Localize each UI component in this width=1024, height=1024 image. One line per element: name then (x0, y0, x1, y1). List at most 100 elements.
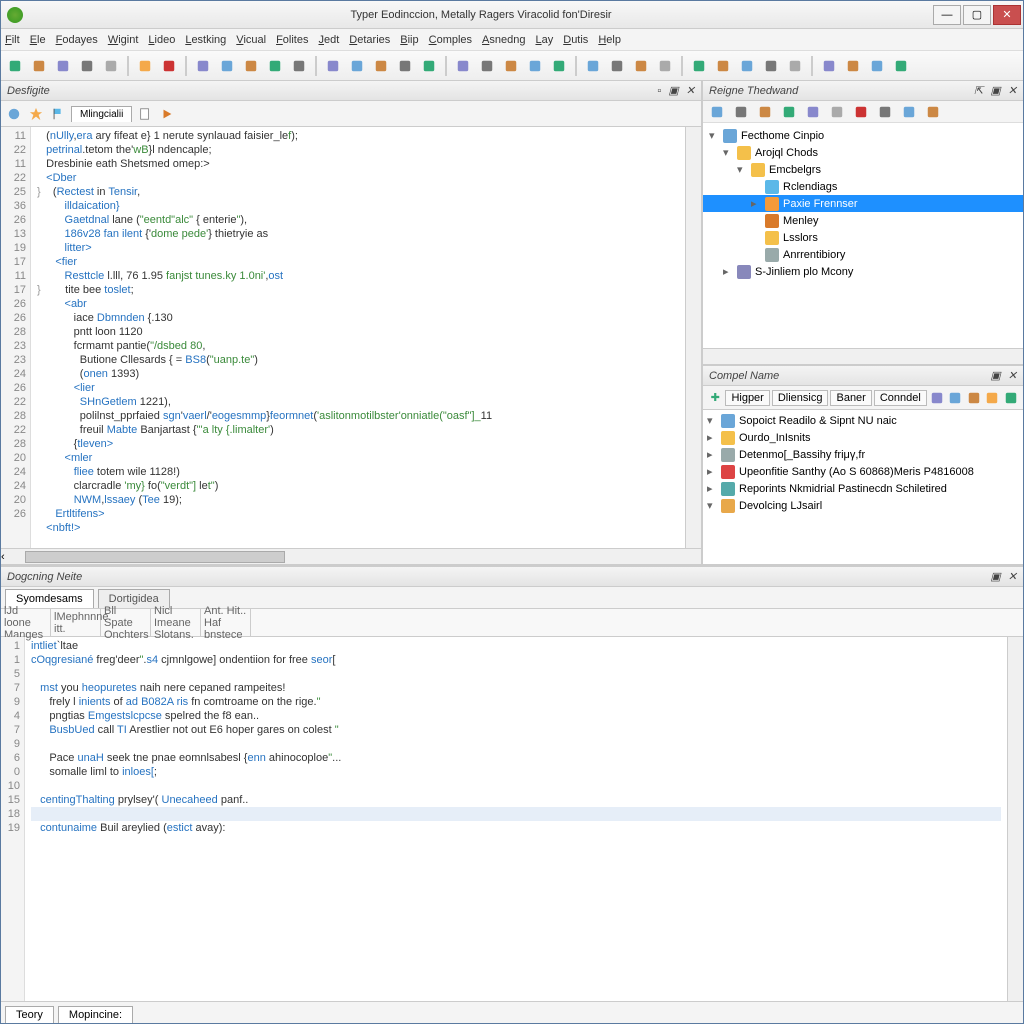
toolbar-button[interactable] (241, 56, 261, 76)
toolbar-button[interactable] (689, 56, 709, 76)
toolbar-button[interactable] (77, 56, 97, 76)
toolbar-button[interactable] (135, 56, 155, 76)
compel-item[interactable]: ▾Devolcing LJsairl (707, 497, 1019, 514)
doc-icon[interactable] (136, 105, 154, 123)
minimize-button[interactable]: — (933, 5, 961, 25)
toolbar-button[interactable] (159, 56, 179, 76)
compel-icon[interactable]: ✚ (707, 388, 723, 408)
toolbar-button[interactable] (217, 56, 237, 76)
console-subtab[interactable]: lMephnnne.itt. (51, 609, 101, 636)
panel-max-icon[interactable]: ▣ (668, 85, 678, 97)
project-tb-button[interactable] (923, 102, 943, 122)
maximize-button[interactable]: ▢ (963, 5, 991, 25)
toolbar-button[interactable] (737, 56, 757, 76)
project-tb-button[interactable] (755, 102, 775, 122)
toolbar-button[interactable] (477, 56, 497, 76)
menu-ele[interactable]: Ele (30, 34, 46, 46)
toolbar-button[interactable] (289, 56, 309, 76)
toolbar-button[interactable] (5, 56, 25, 76)
panel-close-icon[interactable]: ✕ (1008, 370, 1017, 382)
menu-fodayes[interactable]: Fodayes (56, 34, 98, 46)
toolbar-button[interactable] (501, 56, 521, 76)
toolbar-button[interactable] (819, 56, 839, 76)
project-tb-button[interactable] (899, 102, 919, 122)
tree-item[interactable]: ▸Paxie Frennser (703, 195, 1023, 212)
menu-dutis[interactable]: Dutis (563, 34, 588, 46)
menu-lideo[interactable]: Lideo (148, 34, 175, 46)
menu-vicual[interactable]: Vicual (236, 34, 266, 46)
project-tb-button[interactable] (779, 102, 799, 122)
project-tb-button[interactable] (851, 102, 871, 122)
compel-tb-button[interactable] (947, 388, 963, 408)
compel-item[interactable]: ▸Reporints Nkmidrial Pastinecdn Schileti… (707, 480, 1019, 497)
project-tb-button[interactable] (803, 102, 823, 122)
toolbar-button[interactable] (761, 56, 781, 76)
hscroll-thumb[interactable] (25, 551, 285, 563)
compel-pill[interactable]: Higper (725, 390, 769, 406)
compel-pill[interactable]: Conndel (874, 390, 927, 406)
toolbar-button[interactable] (323, 56, 343, 76)
compel-pill[interactable]: Dliensicg (772, 390, 829, 406)
compel-tb-button[interactable] (1003, 388, 1019, 408)
menu-folites[interactable]: Folites (276, 34, 308, 46)
tree-item[interactable]: ▾Fecthome Cinpio (703, 127, 1023, 144)
menu-detaries[interactable]: Detaries (349, 34, 390, 46)
compel-list[interactable]: ▾Sopoict Readilo & Sipnt NU naic▸Ourdo_I… (703, 410, 1023, 564)
panel-close-icon[interactable]: ✕ (686, 85, 695, 97)
toolbar-button[interactable] (607, 56, 627, 76)
project-tb-button[interactable] (827, 102, 847, 122)
compel-tb-button[interactable] (966, 388, 982, 408)
tree-item[interactable]: Anrrentibiory (703, 246, 1023, 263)
tree-item[interactable]: Menley (703, 212, 1023, 229)
toolbar-button[interactable] (631, 56, 651, 76)
panel-close-icon[interactable]: ✕ (1008, 85, 1017, 97)
compel-pill[interactable]: Baner (830, 390, 871, 406)
menu-biip[interactable]: Biip (400, 34, 418, 46)
toolbar-button[interactable] (891, 56, 911, 76)
toolbar-button[interactable] (713, 56, 733, 76)
toolbar-button[interactable] (453, 56, 473, 76)
compel-tb-button[interactable] (984, 388, 1000, 408)
panel-max-icon[interactable]: ▣ (990, 370, 1000, 382)
toolbar-button[interactable] (583, 56, 603, 76)
menu-wigint[interactable]: Wigint (108, 34, 139, 46)
close-button[interactable]: ✕ (993, 5, 1021, 25)
toolbar-button[interactable] (549, 56, 569, 76)
tree-item[interactable]: ▸S-Jinliem plo Mcony (703, 263, 1023, 280)
toolbar-button[interactable] (347, 56, 367, 76)
toolbar-button[interactable] (371, 56, 391, 76)
toolbar-button[interactable] (785, 56, 805, 76)
console-output[interactable]: intliet`ltaecOqgresiané freg'deer".s4 cj… (25, 637, 1007, 1001)
project-tb-button[interactable] (875, 102, 895, 122)
menu-help[interactable]: Help (598, 34, 621, 46)
tree-item[interactable]: Rclendiags (703, 178, 1023, 195)
console-subtab[interactable]: lJd looneManges (1, 609, 51, 636)
toolbar-button[interactable] (29, 56, 49, 76)
tree-item[interactable]: ▾Arojql Chods (703, 144, 1023, 161)
panel-min-icon[interactable]: ▫ (657, 85, 661, 97)
editor-vscroll[interactable] (685, 127, 701, 548)
star-icon[interactable] (27, 105, 45, 123)
menu-filt[interactable]: Filt (5, 34, 20, 46)
console-subtab[interactable]: Nicl ImeaneSlotans. (151, 609, 201, 636)
menu-lay[interactable]: Lay (535, 34, 553, 46)
menu-comples[interactable]: Comples (429, 34, 472, 46)
tree-item[interactable]: ▾Emcbelgrs (703, 161, 1023, 178)
project-tb-button[interactable] (707, 102, 727, 122)
toolbar-button[interactable] (843, 56, 863, 76)
globe-icon[interactable] (5, 105, 23, 123)
toolbar-button[interactable] (395, 56, 415, 76)
panel-close-icon[interactable]: ✕ (1008, 571, 1017, 583)
compel-item[interactable]: ▸Upeonfitie Santhy (Ao S 60868)Meris P48… (707, 463, 1019, 480)
status-tab-left[interactable]: Teory (5, 1006, 54, 1023)
editor-hscroll[interactable]: ‹ (1, 548, 701, 564)
menu-jedt[interactable]: Jedt (318, 34, 339, 46)
toolbar-button[interactable] (265, 56, 285, 76)
compel-tb-button[interactable] (929, 388, 945, 408)
menu-lestking[interactable]: Lestking (185, 34, 226, 46)
panel-max-icon[interactable]: ▣ (990, 571, 1000, 583)
panel-max-icon[interactable]: ▣ (990, 85, 1000, 97)
project-tree[interactable]: ▾Fecthome Cinpio▾Arojql Chods▾EmcbelgrsR… (703, 123, 1023, 348)
panel-pin-icon[interactable]: ⇱ (974, 85, 983, 97)
compel-item[interactable]: ▸Detenmo[_Bassihy friμγ,fr (707, 446, 1019, 463)
